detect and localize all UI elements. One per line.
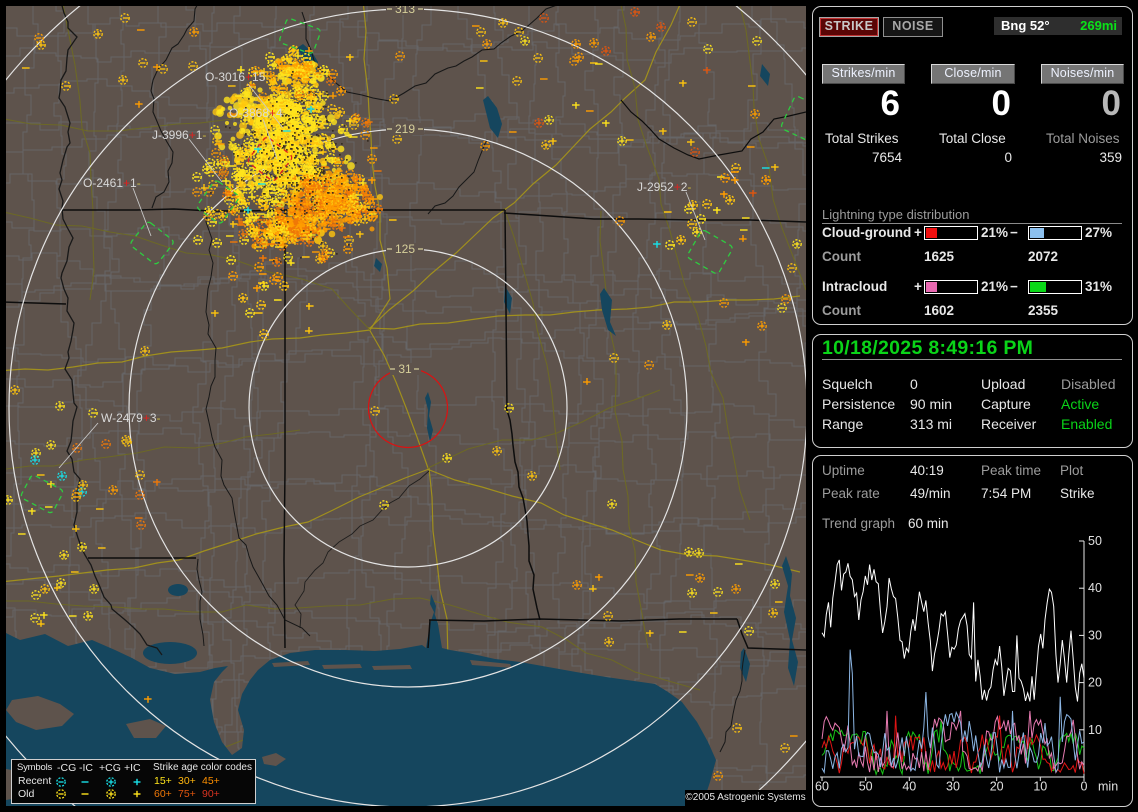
svg-text:W-2479+3-: W-2479+3- xyxy=(101,411,161,425)
svg-text:219: 219 xyxy=(395,122,415,136)
svg-text:30: 30 xyxy=(946,780,960,794)
svg-text:0: 0 xyxy=(1081,780,1088,794)
svg-text:313: 313 xyxy=(395,2,415,16)
svg-text:min: min xyxy=(1098,780,1118,794)
svg-text:J-2952+2-: J-2952+2- xyxy=(637,180,691,194)
svg-text:20: 20 xyxy=(990,780,1004,794)
svg-text:O-3016+15-: O-3016+15- xyxy=(205,70,269,84)
svg-text:20: 20 xyxy=(1088,676,1102,690)
svg-text:10: 10 xyxy=(1033,780,1047,794)
svg-text:O-3868+4-: O-3868+4- xyxy=(229,106,287,120)
svg-text:50: 50 xyxy=(859,780,873,794)
svg-text:31: 31 xyxy=(398,362,412,376)
svg-text:J-3996+1-: J-3996+1- xyxy=(152,128,206,142)
svg-text:10: 10 xyxy=(1088,723,1102,737)
svg-text:60: 60 xyxy=(815,780,829,794)
svg-text:125: 125 xyxy=(395,242,415,256)
svg-text:O-2461+1-: O-2461+1- xyxy=(83,176,141,190)
svg-text:40: 40 xyxy=(902,780,916,794)
svg-text:40: 40 xyxy=(1088,581,1102,595)
svg-text:30: 30 xyxy=(1088,628,1102,642)
svg-text:50: 50 xyxy=(1088,534,1102,548)
